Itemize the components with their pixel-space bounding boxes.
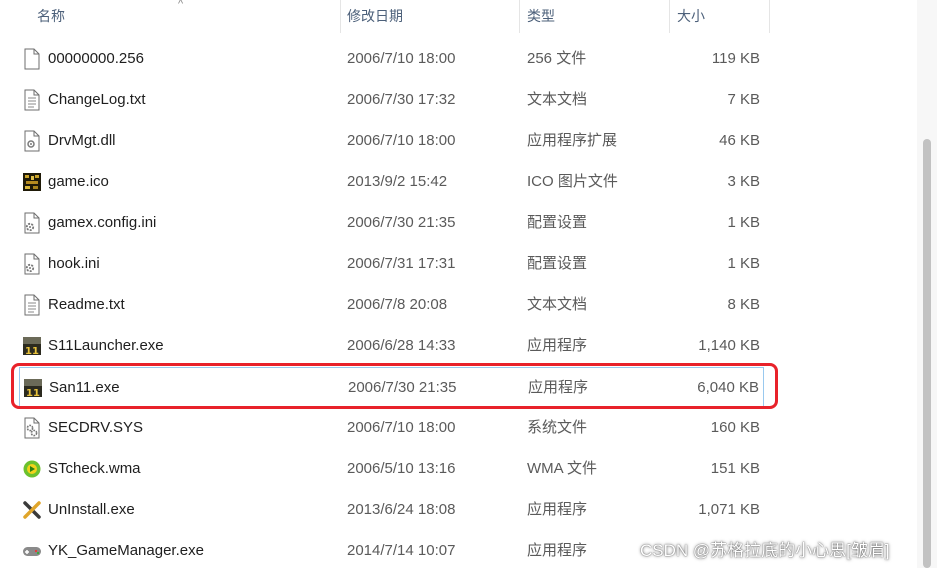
file-type: 应用程序 — [527, 337, 588, 354]
sort-ascending-icon: ^ — [178, 0, 184, 10]
file-row[interactable]: DrvMgt.dll 2006/7/10 18:00 应用程序扩展 46 KB — [19, 121, 764, 161]
column-divider[interactable] — [669, 0, 670, 33]
file-type: 应用程序 — [527, 501, 588, 518]
settings-file-icon — [22, 212, 42, 234]
file-name: Readme.txt — [48, 296, 125, 313]
file-size: 8 KB — [727, 296, 760, 313]
file-size: 1 KB — [727, 255, 760, 272]
file-size: 7 KB — [727, 91, 760, 108]
file-size: 1,071 KB — [698, 501, 760, 518]
file-date: 2006/7/10 18:00 — [347, 132, 456, 149]
san11-app-icon: 11 — [22, 335, 42, 357]
file-name: game.ico — [48, 173, 109, 190]
column-divider[interactable] — [769, 0, 770, 33]
file-row[interactable]: ChangeLog.txt 2006/7/30 17:32 文本文档 7 KB — [19, 80, 764, 120]
file-size: 46 KB — [719, 132, 760, 149]
file-type: 256 文件 — [527, 50, 587, 67]
file-row[interactable]: hook.ini 2006/7/31 17:31 配置设置 1 KB — [19, 244, 764, 284]
annotation-highlight-box — [11, 363, 778, 409]
column-header-name[interactable]: 名称 — [37, 0, 340, 33]
file-date: 2006/7/10 18:00 — [347, 50, 456, 67]
file-date: 2006/7/30 17:32 — [347, 91, 456, 108]
file-size: 151 KB — [710, 460, 760, 477]
gamepad-icon — [22, 540, 42, 562]
file-size: 160 KB — [710, 419, 760, 436]
file-name: YK_GameManager.exe — [48, 542, 204, 559]
media-file-icon — [22, 458, 42, 480]
file-name: UnInstall.exe — [48, 501, 135, 518]
file-name: STcheck.wma — [48, 460, 141, 477]
file-date: 2006/6/28 14:33 — [347, 337, 456, 354]
generic-file-icon — [22, 48, 42, 70]
column-divider[interactable] — [519, 0, 520, 33]
file-type: 配置设置 — [527, 214, 588, 231]
file-row[interactable]: UnInstall.exe 2013/6/24 18:08 应用程序 1,071 KB — [19, 490, 764, 530]
file-name: SECDRV.SYS — [48, 419, 144, 436]
file-date: 2013/9/2 15:42 — [347, 173, 448, 190]
file-type: 系统文件 — [527, 419, 588, 436]
settings-file-icon — [22, 253, 42, 275]
file-date: 2006/7/8 20:08 — [347, 296, 448, 313]
file-name: S11Launcher.exe — [48, 337, 164, 354]
file-row[interactable]: Readme.txt 2006/7/8 20:08 文本文档 8 KB — [19, 285, 764, 325]
system-file-icon — [22, 417, 42, 439]
file-name: hook.ini — [48, 255, 100, 272]
file-row[interactable]: 11 S11Launcher.exe 2006/6/28 14:33 应用程序 1,14… — [19, 326, 764, 366]
file-row[interactable]: STcheck.wma 2006/5/10 13:16 WMA 文件 151 KB — [19, 449, 764, 489]
file-type: 文本文档 — [527, 91, 588, 108]
file-size: 1,140 KB — [698, 337, 760, 354]
file-type: 应用程序扩展 — [527, 132, 618, 149]
uninstall-icon — [22, 499, 42, 521]
file-type: 应用程序 — [527, 542, 588, 559]
file-name: ChangeLog.txt — [48, 91, 146, 108]
file-date: 2006/7/30 21:35 — [347, 214, 456, 231]
file-size: 119 KB — [711, 50, 760, 67]
file-name: 00000000.256 — [48, 50, 144, 67]
dll-file-icon — [22, 130, 42, 152]
game-ico-icon — [22, 171, 42, 193]
file-size: 1 KB — [727, 214, 760, 231]
text-file-icon — [22, 294, 42, 316]
file-date: 2006/7/31 17:31 — [347, 255, 456, 272]
column-header-type[interactable]: 类型 — [527, 0, 670, 33]
file-name: DrvMgt.dll — [48, 132, 116, 149]
watermark: CSDN @苏格拉底的小心思[皱眉] — [640, 541, 890, 560]
file-row[interactable]: SECDRV.SYS 2006/7/10 18:00 系统文件 160 KB — [19, 408, 764, 448]
file-date: 2013/6/24 18:08 — [347, 501, 456, 518]
file-date: 2006/5/10 13:16 — [347, 460, 456, 477]
scrollbar-thumb[interactable] — [923, 139, 931, 568]
column-divider[interactable] — [340, 0, 341, 33]
file-size: 3 KB — [727, 173, 760, 190]
file-row[interactable]: gamex.config.ini 2006/7/30 21:35 配置设置 1 KB — [19, 203, 764, 243]
file-date: 2014/7/14 10:07 — [347, 542, 456, 559]
file-type: ICO 图片文件 — [527, 173, 618, 190]
file-type: WMA 文件 — [527, 460, 597, 477]
file-date: 2006/7/10 18:00 — [347, 419, 456, 436]
svg-text:11: 11 — [25, 346, 39, 357]
file-type: 配置设置 — [527, 255, 588, 272]
file-name: gamex.config.ini — [48, 214, 157, 231]
column-header: 名称 ^ 修改日期 类型 大小 — [0, 0, 770, 33]
column-header-size[interactable]: 大小 — [677, 0, 770, 33]
column-header-date[interactable]: 修改日期 — [347, 0, 520, 33]
file-row[interactable]: 00000000.256 2006/7/10 18:00 256 文件 119 KB — [19, 39, 764, 79]
text-file-icon — [22, 89, 42, 111]
file-type: 文本文档 — [527, 296, 588, 313]
file-row[interactable]: game.ico 2013/9/2 15:42 ICO 图片文件 3 KB — [19, 162, 764, 202]
